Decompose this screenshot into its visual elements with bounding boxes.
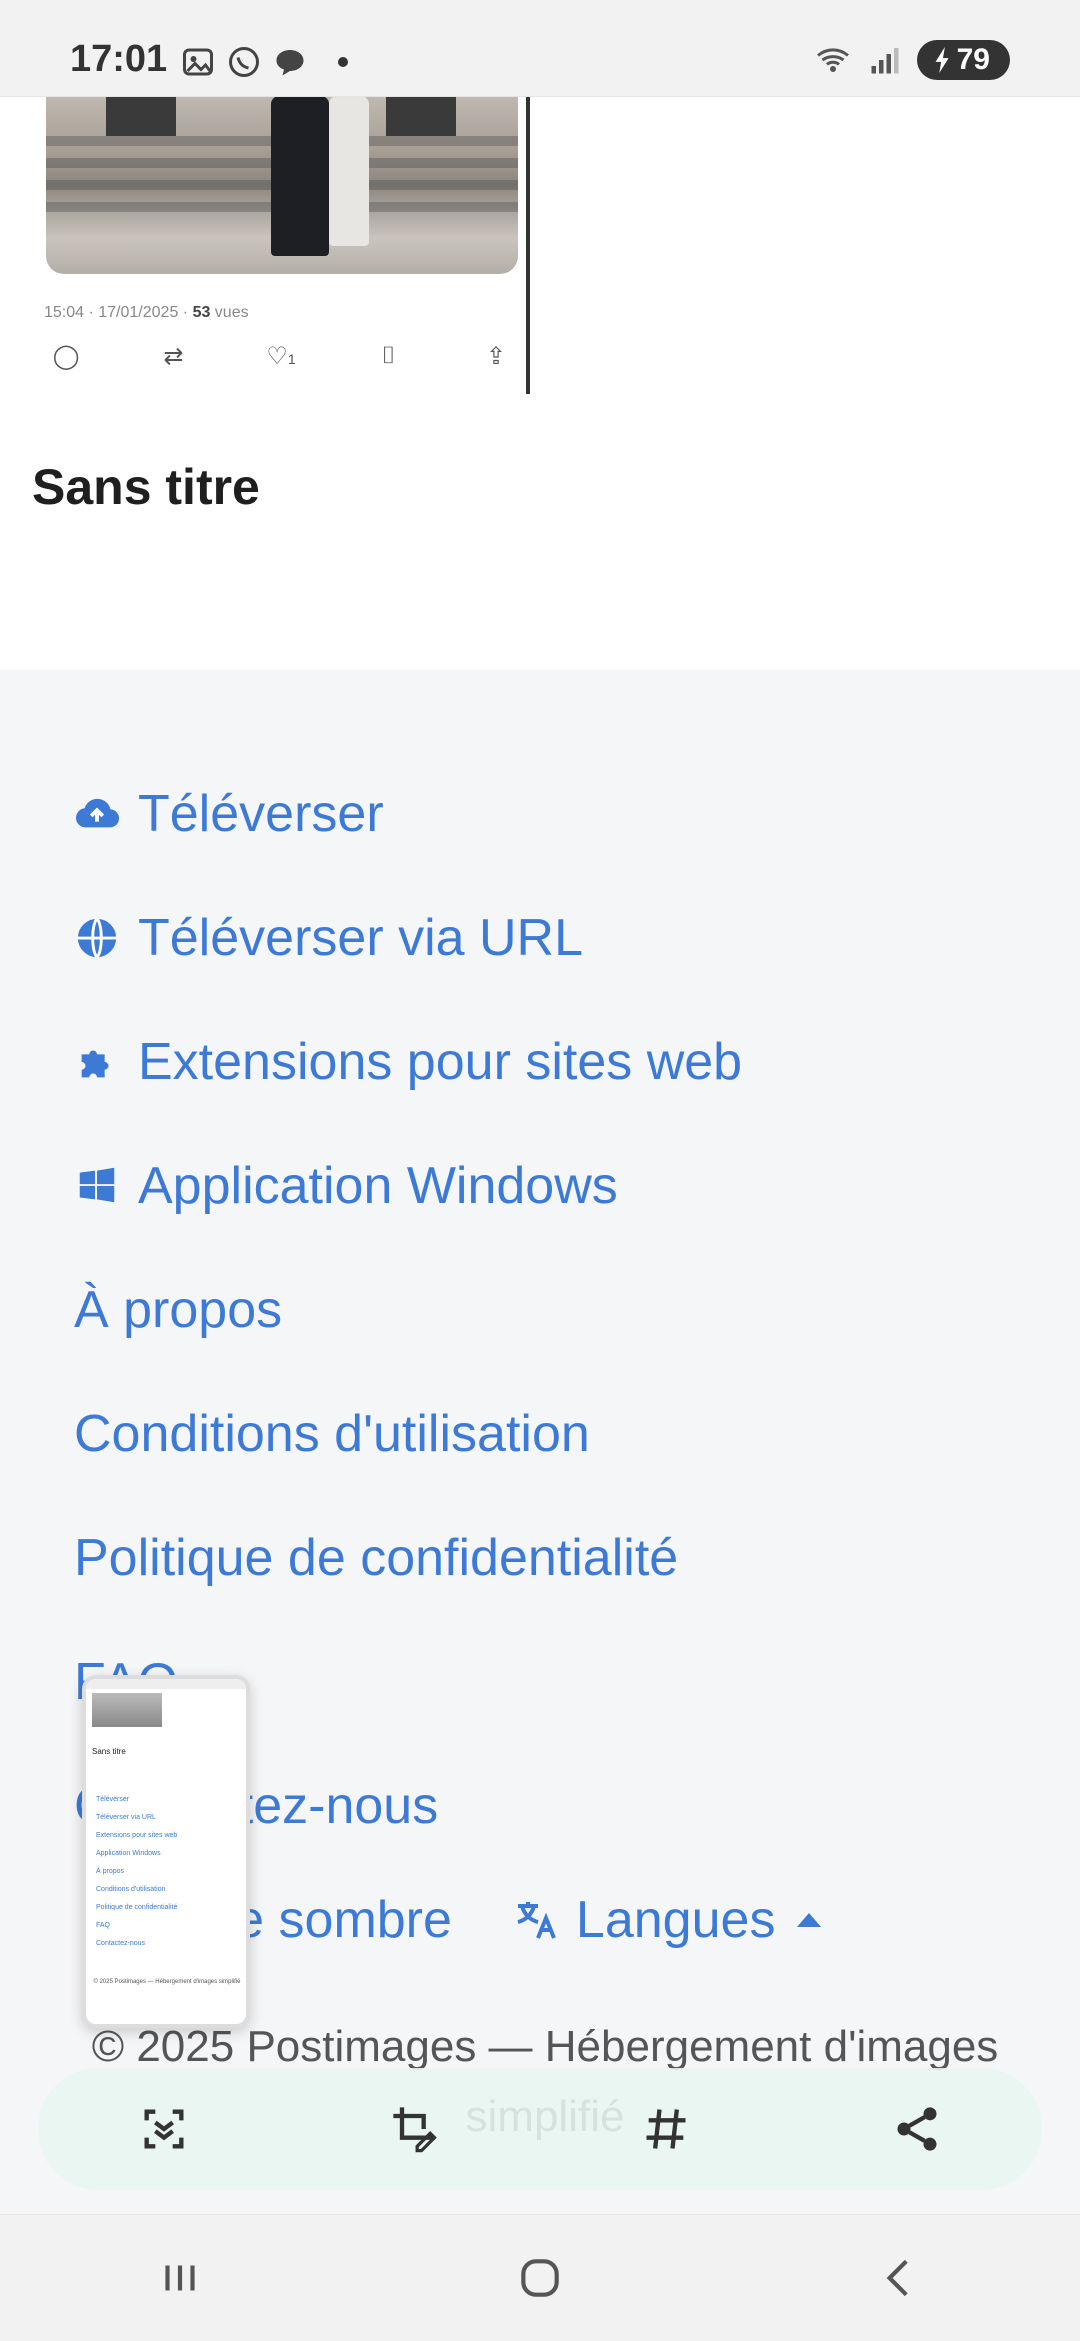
- charging-bolt-icon: [935, 47, 949, 73]
- status-time: 17:01: [70, 38, 168, 80]
- thumb-status-bar: [86, 1679, 246, 1689]
- door: [386, 96, 456, 136]
- status-bar: 17:01 79: [0, 0, 1080, 97]
- navigation-bar: [0, 2214, 1080, 2341]
- link-label: Extensions pour sites web: [138, 1033, 743, 1091]
- hashtag-icon: [646, 2109, 685, 2149]
- link-about[interactable]: À propos: [74, 1248, 1034, 1372]
- languages-label: Langues: [575, 1891, 776, 1949]
- thumb-link: Contactez-nous: [96, 1940, 146, 1947]
- gallery-notification-icon: [183, 48, 213, 76]
- reply-icon: ◯: [52, 343, 80, 370]
- link-label: Politique de confidentialité: [74, 1529, 679, 1587]
- like-icon: ♡1: [266, 343, 296, 370]
- thumb-link: Téléverser via URL: [96, 1814, 156, 1821]
- wifi-icon: [816, 48, 849, 72]
- person-woman: [329, 96, 369, 246]
- windows-icon: [79, 1167, 115, 1203]
- recent-apps-button[interactable]: [140, 2238, 220, 2318]
- link-privacy[interactable]: Politique de confidentialité: [74, 1496, 1034, 1620]
- whatsapp-icon: [229, 47, 259, 77]
- crop-edit-button[interactable]: [375, 2089, 455, 2169]
- home-icon: [521, 2259, 559, 2297]
- globe-icon: [77, 917, 117, 959]
- link-upload-url[interactable]: Téléverser via URL: [74, 876, 1034, 1000]
- thumb-link: Conditions d'utilisation: [96, 1886, 166, 1893]
- scroll-capture-icon: [144, 2109, 183, 2149]
- link-label: Application Windows: [138, 1157, 618, 1215]
- retweet-icon: ⇄: [163, 343, 184, 370]
- tweet-views-count: 53: [192, 304, 211, 321]
- notification-icons: [180, 44, 348, 80]
- puzzle-icon: [81, 1050, 109, 1078]
- recent-apps-icon: [165, 2265, 195, 2291]
- more-notifications-dot: [338, 57, 348, 67]
- languages-dropdown[interactable]: Langues: [512, 1890, 822, 1950]
- share-icon: [897, 2107, 936, 2151]
- like-count: 1: [287, 351, 296, 367]
- link-terms[interactable]: Conditions d'utilisation: [74, 1372, 1034, 1496]
- tweet-actions: ◯ ⇄ ♡1 ⌷ ⇪: [46, 342, 516, 371]
- link-extensions[interactable]: Extensions pour sites web: [74, 1000, 1034, 1124]
- cloud-upload-icon: [76, 798, 120, 828]
- thumb-link: FAQ: [96, 1922, 111, 1929]
- thumb-link: Extensions pour sites web: [96, 1832, 178, 1839]
- photo: [46, 96, 518, 274]
- tweet-meta: 15:04 · 17/01/2025 · 53 vues: [44, 304, 249, 322]
- link-upload[interactable]: Téléverser: [74, 752, 1034, 876]
- thumb-link: À propos: [96, 1868, 125, 1875]
- person-man: [271, 96, 329, 256]
- link-windows-app[interactable]: Application Windows: [74, 1124, 1034, 1248]
- back-icon: [886, 2259, 908, 2297]
- image-content-area: 15:04 · 17/01/2025 · 53 vues ◯ ⇄ ♡1 ⌷ ⇪ …: [0, 96, 1080, 670]
- tweet-meta-time: 15:04 · 17/01/2025 ·: [44, 304, 193, 321]
- crop-edit-icon: [392, 2107, 437, 2153]
- link-label: À propos: [74, 1281, 283, 1339]
- uploaded-image[interactable]: 15:04 · 17/01/2025 · 53 vues ◯ ⇄ ♡1 ⌷ ⇪: [30, 96, 530, 394]
- thumb-link: Téléverser: [96, 1796, 130, 1803]
- scroll-capture-button[interactable]: [124, 2089, 204, 2169]
- translate-icon: [517, 1902, 556, 1939]
- link-label: Conditions d'utilisation: [74, 1405, 590, 1463]
- thumb-link: Politique de confidentialité: [96, 1904, 178, 1911]
- signal-icon: [871, 48, 899, 74]
- screenshot-thumbnail[interactable]: Sans titre Téléverser Téléverser via URL…: [82, 1675, 250, 2028]
- hashtag-button[interactable]: [626, 2089, 706, 2169]
- home-button[interactable]: [500, 2238, 580, 2318]
- link-label: Téléverser: [138, 785, 384, 843]
- thumb-image: [92, 1693, 162, 1727]
- thumb-copyright: © 2025 Postimages — Hébergement d'images…: [93, 1979, 241, 1985]
- caret-up-icon: [797, 1913, 822, 1927]
- share-button[interactable]: [877, 2089, 957, 2169]
- share-icon: ⇪: [485, 343, 507, 370]
- battery-indicator: 79: [916, 40, 1010, 80]
- back-button[interactable]: [860, 2238, 940, 2318]
- chat-bubble-icon: [276, 50, 304, 76]
- battery-level: 79: [956, 43, 990, 76]
- link-label: Téléverser via URL: [138, 909, 584, 967]
- screenshot-toolbar: [38, 2068, 1042, 2190]
- door: [106, 96, 176, 136]
- status-right: 79: [813, 40, 1010, 80]
- thumb-title: Sans titre: [92, 1747, 126, 1756]
- bookmark-icon: ⌷: [381, 342, 396, 369]
- thumb-link: Application Windows: [96, 1850, 161, 1857]
- image-title: Sans titre: [32, 459, 260, 515]
- tweet-views-label: vues: [210, 304, 249, 321]
- thumb-links: Téléverser Téléverser via URL Extensions…: [96, 1791, 177, 1953]
